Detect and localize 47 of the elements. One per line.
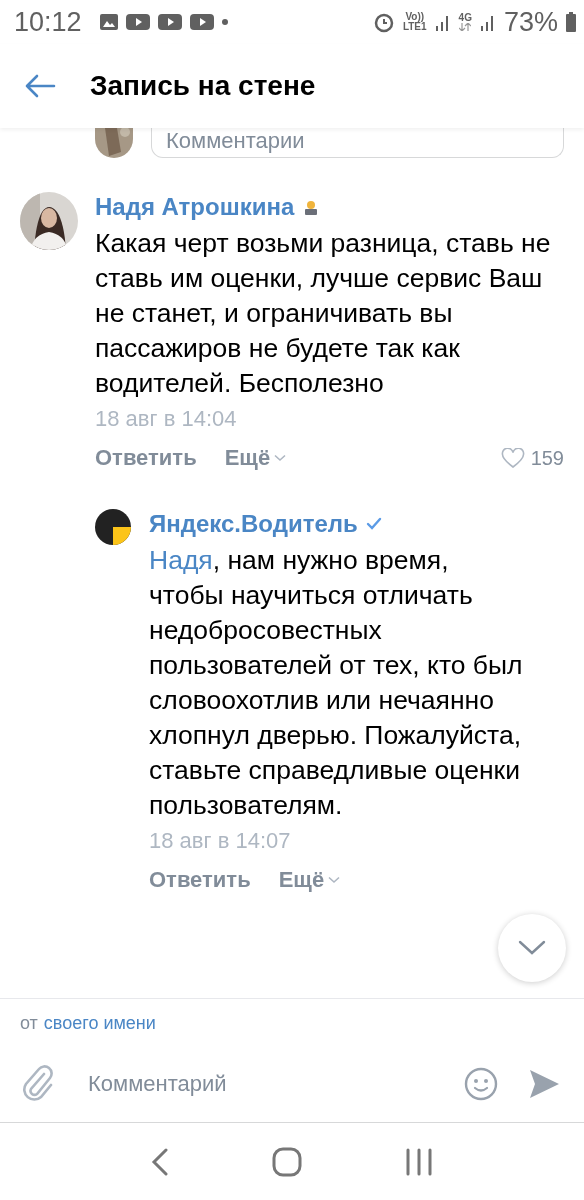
send-button[interactable] [528, 1067, 560, 1100]
comment-text: Какая черт возьми разница, ставь не ставь им оценки, лучше сервис Ваш не станет, и ограничивать вы пассажиров не будете так как водителей. Бесполезно [95, 227, 552, 400]
signal-icon [479, 13, 496, 31]
play-icon [189, 14, 214, 30]
page-title: Запись на стене [90, 70, 316, 102]
more-menu[interactable]: Ещё [224, 445, 287, 471]
from-label: от [20, 1013, 38, 1035]
alarm-icon [372, 11, 395, 33]
heart-icon [500, 447, 525, 469]
author-link[interactable]: своего имени [43, 1013, 156, 1045]
reply-link[interactable]: Ответить [95, 445, 197, 471]
paperclip-icon [22, 1064, 56, 1103]
dot-icon [221, 19, 228, 25]
logo-icon [95, 509, 131, 545]
reply-link[interactable]: Ответить [149, 867, 251, 893]
home-icon [272, 1146, 302, 1177]
caret-icon [328, 876, 341, 884]
back-arrow-icon [24, 74, 56, 98]
comment-date: 18 авг в 14:07 [149, 827, 292, 855]
status-time: 10:12 [14, 6, 82, 38]
data-arrows-icon [459, 23, 472, 31]
like-button[interactable]: 159 [500, 446, 564, 470]
recent-apps-icon [404, 1147, 433, 1176]
comment-field[interactable]: Комментарии [151, 128, 564, 158]
author-name[interactable]: Надя Атрошкина [95, 193, 295, 221]
chevron-down-icon [518, 940, 546, 956]
signal-icon [434, 13, 451, 31]
send-icon [528, 1067, 560, 1100]
battery-percent: 73% [503, 6, 558, 38]
play-icon [125, 14, 150, 30]
mention-link[interactable]: Надя [149, 545, 213, 575]
attach-button[interactable] [22, 1064, 56, 1103]
back-button[interactable] [24, 74, 56, 98]
lte-label: LTE1 [402, 22, 427, 32]
battery-icon [566, 12, 576, 32]
network-label: 4G [458, 13, 472, 23]
chevron-left-icon [151, 1147, 170, 1176]
emoji-button[interactable] [464, 1066, 498, 1101]
comment-date: 18 авг в 14:04 [95, 405, 238, 433]
volte-label: Vo)) [405, 12, 425, 22]
more-menu[interactable]: Ещё [278, 867, 341, 893]
play-icon [157, 14, 182, 30]
caret-icon [274, 454, 287, 462]
smiley-icon [464, 1066, 498, 1101]
author-name[interactable]: Яндекс.Водитель [149, 510, 358, 538]
comment-text: Надя, нам нужно время, чтобы научиться отличать недобросовестных пользователей от тех, кто был словоохотлив или нечаянно хлопнул дверью. Пожалуйста, ставьте справедливые оценки пользователям. [149, 544, 524, 822]
image-icon [99, 14, 118, 30]
